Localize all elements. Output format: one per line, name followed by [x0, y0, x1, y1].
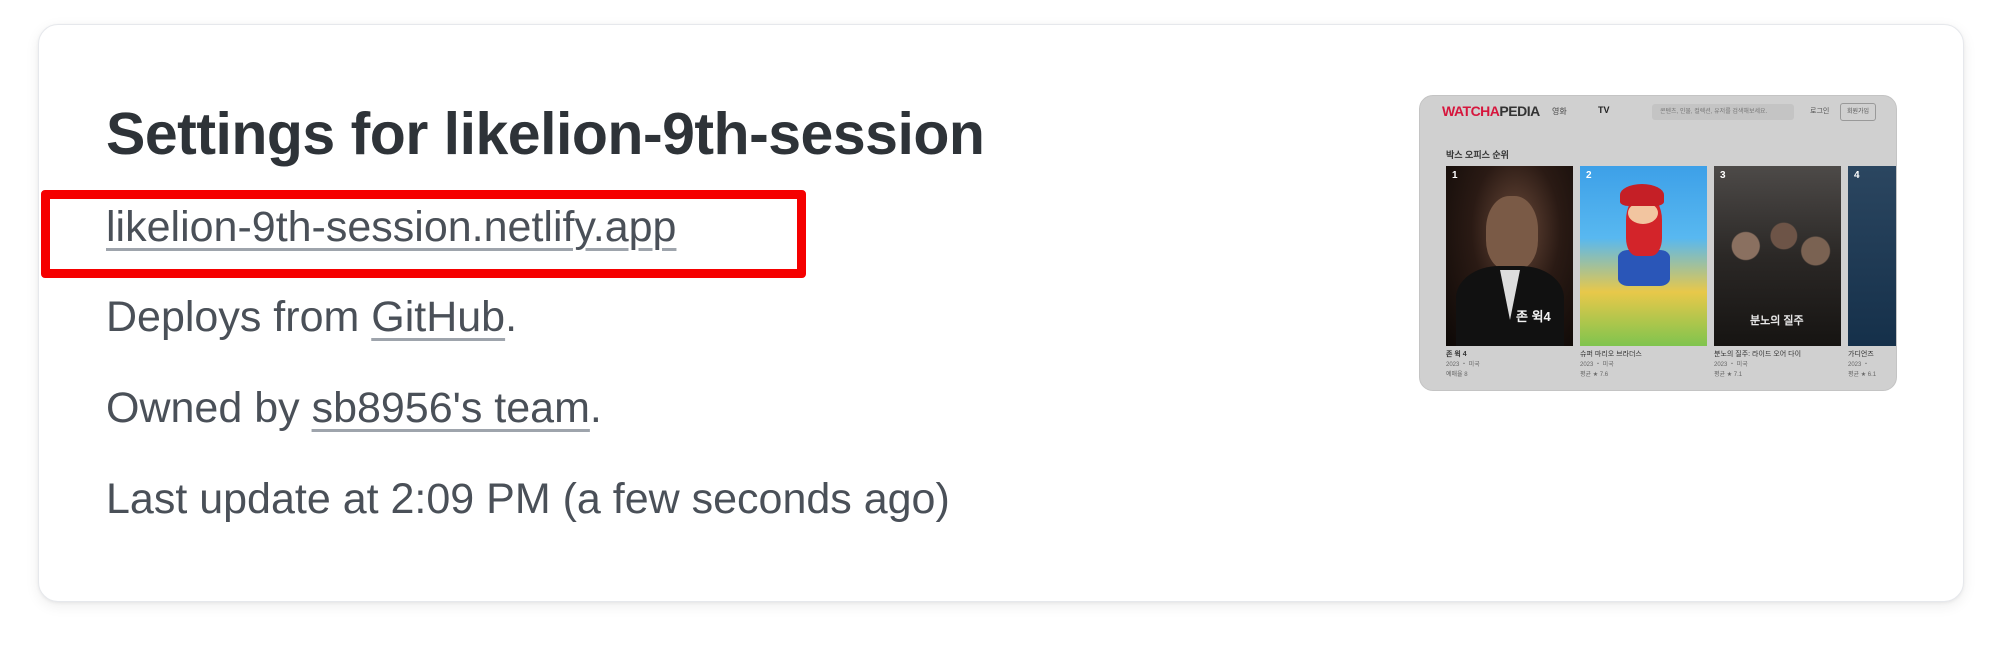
poster-rank: 3: [1720, 170, 1726, 181]
poster-rank: 4: [1854, 170, 1860, 181]
preview-poster: 분노의 질주 3: [1714, 166, 1841, 346]
preview-signup: 회원가입: [1840, 103, 1876, 121]
preview-poster: 4: [1848, 166, 1896, 346]
deploys-prefix: Deploys from: [106, 293, 372, 341]
site-url-link[interactable]: likelion-9th-session.netlify.app: [106, 203, 676, 251]
preview-poster: 존 윅4 1: [1446, 166, 1573, 346]
page-title: Settings for likelion-9th-session: [106, 101, 985, 167]
owned-suffix: .: [589, 384, 602, 432]
preview-search-bar: 콘텐츠, 인물, 컬렉션, 유저를 검색해보세요.: [1652, 104, 1794, 120]
github-link[interactable]: GitHub: [371, 293, 505, 341]
owned-prefix: Owned by: [106, 384, 312, 432]
preview-login: 로그인: [1810, 108, 1830, 115]
preview-caption: 가디언즈 2023 ・ 평균 ★ 6.1: [1848, 351, 1877, 378]
site-preview-thumbnail[interactable]: WATCHAPEDIA 영화 TV 콘텐츠, 인물, 컬렉션, 유저를 검색해보…: [1419, 95, 1897, 391]
preview-section-title: 박스 오피스 순위: [1446, 150, 1509, 160]
deploys-suffix: .: [505, 293, 518, 341]
preview-poster: 2: [1580, 166, 1707, 346]
preview-nav-movies: 영화: [1552, 107, 1567, 116]
preview-caption: 분노의 질주: 라이드 오어 다이 2023 ・ 미국 평균 ★ 7.1: [1714, 351, 1802, 378]
preview-header: WATCHAPEDIA 영화 TV 콘텐츠, 인물, 컬렉션, 유저를 검색해보…: [1420, 96, 1896, 128]
preview-logo: WATCHAPEDIA: [1442, 103, 1540, 119]
site-settings-card: Settings for likelion-9th-session likeli…: [38, 24, 1964, 602]
preview-nav-tv: TV: [1598, 105, 1610, 115]
poster-rank: 1: [1452, 170, 1458, 181]
preview-caption: 슈퍼 마리오 브라더스 2023 ・ 미국 평균 ★ 7.6: [1580, 351, 1642, 378]
team-link[interactable]: sb8956's team: [312, 384, 590, 432]
deploys-from-row: Deploys from GitHub.: [106, 293, 517, 342]
preview-caption: 존 윅 4 2023 ・ 미국 예매율 8: [1446, 351, 1480, 378]
owned-by-row: Owned by sb8956's team.: [106, 384, 602, 433]
last-update-text: Last update at 2:09 PM (a few seconds ag…: [106, 475, 950, 523]
site-url-row: likelion-9th-session.netlify.app: [106, 203, 676, 252]
poster-rank: 2: [1586, 170, 1592, 181]
